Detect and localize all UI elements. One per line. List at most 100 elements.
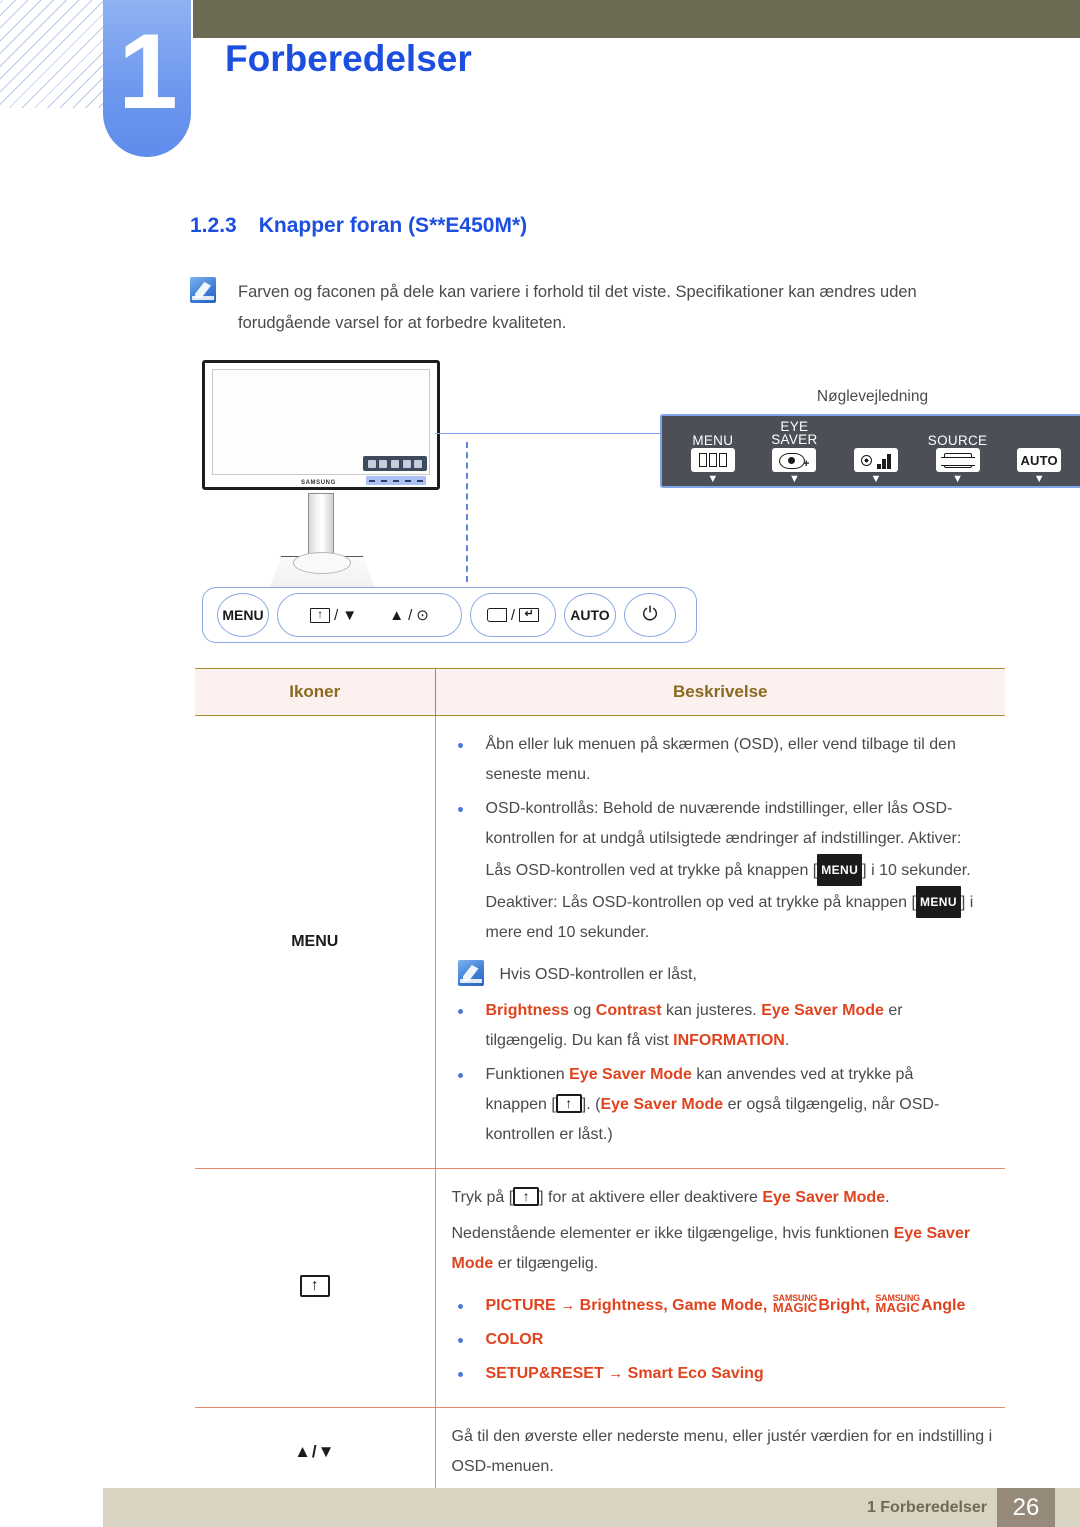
keyguide-source-label: SOURCE <box>927 433 988 448</box>
picture-menu-keyword: PICTURE <box>485 1297 556 1314</box>
source-return-segment[interactable]: / <box>486 606 540 624</box>
menu-key-badge: MENU <box>817 854 863 886</box>
auto-button[interactable]: AUTO <box>564 593 616 637</box>
list-item: Brightness og Contrast kan justeres. Eye… <box>452 996 996 1056</box>
eye-saver-description-cell: Tryk på [ ] for at aktivere eller deaktiv… <box>435 1168 1005 1408</box>
comma-3: , <box>865 1297 870 1314</box>
brightness-keyword: Brightness <box>485 1002 570 1019</box>
er-word: er <box>888 1002 903 1019</box>
period-2: . <box>885 1189 890 1206</box>
list-item: OSD-kontrollås: Behold de nuværende inds… <box>452 794 996 948</box>
lock-line-4b: ] i <box>960 894 974 911</box>
enter-dot-icon: ⊙ <box>416 607 429 624</box>
note-pencil-icon <box>457 960 484 986</box>
game-mode-keyword: Game Mode <box>672 1297 763 1314</box>
kontrollen-laast-text: kontrollen er låst.) <box>485 1126 613 1143</box>
auto-icon: AUTO <box>1017 448 1062 472</box>
note-block: Farven og faconen på dele kan variere i … <box>190 277 1010 339</box>
strip-key-3 <box>393 479 399 482</box>
samsung-magic-logo: SAMSUNG MAGIC <box>773 1294 818 1315</box>
list-item: Funktionen Eye Saver Mode kan anvendes v… <box>452 1060 996 1150</box>
keyguide-menu-label: MENU <box>692 433 734 448</box>
funktionen-word: Funktionen <box>485 1066 565 1083</box>
eye-saver-down-segment[interactable]: / ▼ <box>310 605 358 624</box>
chip-icon-1 <box>367 459 376 468</box>
menu-bars-icon <box>690 448 735 472</box>
keyguide-eyesaver-label: EYE SAVER <box>755 420 833 447</box>
source-icon <box>935 448 980 472</box>
separator-slash-3: / <box>510 606 516 624</box>
section-title: Knapper foran (S**E450M*) <box>258 214 528 237</box>
chapter-title: Forberedelser <box>225 38 472 79</box>
chip-icon-2 <box>379 459 388 468</box>
menu-description-cell: Åbn eller luk menuen på skærmen (OSD), e… <box>435 715 1005 1169</box>
arrow-right-icon: → <box>560 1297 576 1314</box>
osd-locked-note: Hvis OSD-kontrollen er låst, <box>457 960 996 990</box>
keyguide-item-eye-saver[interactable]: EYE SAVER + ▼ <box>755 420 833 485</box>
tryk-paa-word: Tryk på [ <box>451 1189 514 1206</box>
samsung-magic-logo: SAMSUNG MAGIC <box>875 1294 920 1315</box>
nedenstaaende-text: Nedenstående elementer er ikke tilgængel… <box>451 1225 890 1242</box>
monitor-button-icon-strip <box>363 456 427 471</box>
lock-line-1: OSD-kontrollås: Behold de nuværende inds… <box>485 800 953 817</box>
keyguide-caret-menu: ▼ <box>707 473 719 485</box>
source-return-button[interactable]: / <box>470 593 556 637</box>
keyguide-item-brightness[interactable]: ▼ <box>837 420 915 485</box>
monitor-illustration: SAMSUNG <box>195 360 445 600</box>
keyguide-brightness-label <box>837 420 915 447</box>
separator-slash-1: / <box>334 606 339 624</box>
eye-saver-mode-keyword: Eye Saver Mode <box>569 1066 692 1083</box>
keyguide-item-source[interactable]: SOURCE ▼ <box>919 420 997 485</box>
eye-saver-icon: + <box>772 448 817 472</box>
table-row: MENU Åbn eller luk menuen på skærmen (OS… <box>195 715 1005 1169</box>
lock-line-4a: Deaktiver: Lås OSD-kontrollen op ved at … <box>485 894 916 911</box>
product-figure: SAMSUNG Nøglevejledning MENU ▼ EYE SAVER… <box>190 352 1080 652</box>
comma-1: , <box>663 1297 668 1314</box>
mode-word: Mode <box>451 1255 494 1272</box>
ogsaa-tilg-text: er også tilgængelig, når OSD- <box>727 1096 940 1113</box>
magic-bottom-text: MAGIC <box>875 1300 920 1315</box>
setup-reset-keyword: SETUP&RESET <box>485 1365 604 1382</box>
button-description-table: Ikoner Beskrivelse MENU Åbn eller luk me… <box>195 668 1005 1497</box>
magic-bright-keyword: Bright <box>818 1297 866 1314</box>
lock-line-3b: ] i 10 sekunder. <box>862 862 971 879</box>
menu-label-icon: MENU <box>195 715 436 1169</box>
key-guide-panel: MENU ▼ EYE SAVER + ▼ ▼ SOURCE ▼ AUTO ▼ <box>660 414 1080 488</box>
monitor-bezel: SAMSUNG <box>202 360 440 490</box>
eye-saver-down-up-enter-button[interactable]: / ▼ ▲ / ⊙ <box>277 593 462 637</box>
kan-justeres-text: kan justeres. <box>666 1002 757 1019</box>
strip-key-4 <box>405 479 411 482</box>
eye-saver-mode-keyword: Eye Saver Mode <box>761 1002 884 1019</box>
osd-line-1: Åbn eller luk menuen på skærmen (OSD), e… <box>485 736 956 753</box>
keyguide-caret-source: ▼ <box>952 473 964 485</box>
up-arrow-icon: ▲ <box>389 606 405 624</box>
return-icon <box>519 608 540 622</box>
monitor-stand-hub <box>293 552 351 574</box>
keyguide-item-menu[interactable]: MENU ▼ <box>674 420 752 485</box>
er-tilgaengelig-text: er tilgængelig. <box>497 1255 599 1272</box>
keyguide-item-auto[interactable]: AUTO ▼ <box>1000 420 1078 485</box>
menu-button[interactable]: MENU <box>217 593 269 637</box>
strip-key-2 <box>381 479 387 482</box>
down-arrow-icon: ▼ <box>342 606 358 624</box>
note-pencil-icon <box>190 277 216 303</box>
list-item: Åbn eller luk menuen på skærmen (OSD), e… <box>452 730 996 790</box>
auto-icon-text: AUTO <box>1020 452 1058 468</box>
list-item: SETUP&RESET → Smart Eco Saving <box>452 1359 996 1389</box>
power-button[interactable]: ⏻ <box>624 593 676 637</box>
list-item: COLOR <box>452 1325 996 1355</box>
eye-saver-intro-line: Tryk på [ ] for at aktivere eller deaktiv… <box>452 1183 996 1213</box>
chapter-number-badge: 1 <box>103 0 191 157</box>
up-down-arrows-text: ▲/▼ <box>294 1442 336 1461</box>
keyguide-auto-label <box>1000 420 1078 447</box>
for-at-aktivere-text: ] for at aktivere eller deaktivere <box>539 1189 758 1206</box>
monitor-stand-neck <box>308 493 334 559</box>
og-word: og <box>573 1002 592 1019</box>
column-header-beskrivelse: Beskrivelse <box>435 668 1005 716</box>
page-footer: 1 Forberedelser 26 <box>103 1488 1080 1527</box>
strip-key-1 <box>369 479 375 482</box>
brightness-icon <box>853 448 898 472</box>
up-enter-segment[interactable]: ▲ / ⊙ <box>389 606 429 625</box>
table-row: Tryk på [ ] for at aktivere eller deaktiv… <box>195 1168 1005 1408</box>
eye-saver-words: Eye Saver <box>893 1225 971 1242</box>
